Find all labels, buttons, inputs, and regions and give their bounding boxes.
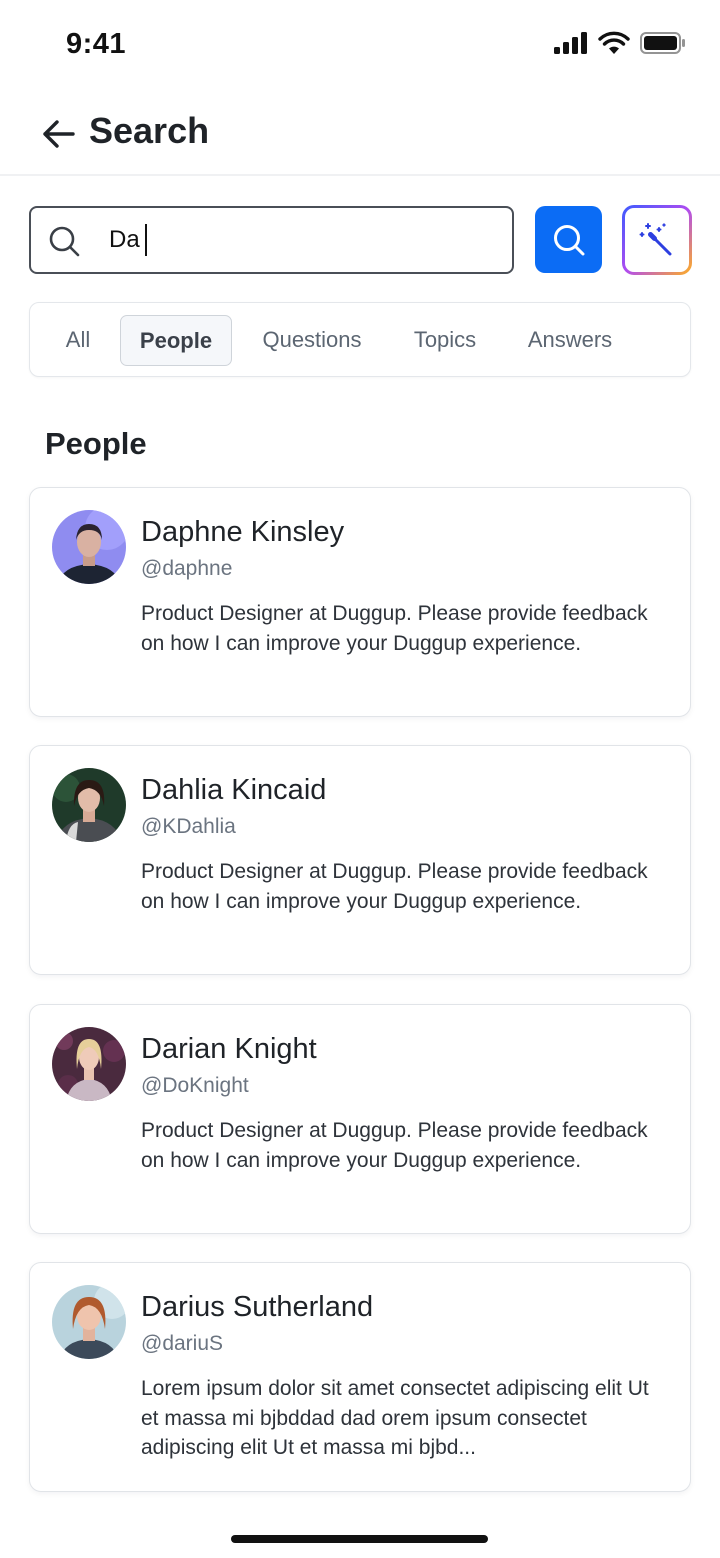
person-name: Darius Sutherland xyxy=(141,1291,374,1323)
person-name: Dahlia Kincaid xyxy=(141,774,327,806)
status-time: 9:41 xyxy=(66,28,127,60)
filter-tabs: All People Questions Topics Answers xyxy=(29,302,691,377)
person-card[interactable]: Darius Sutherland @dariuS Lorem ipsum do… xyxy=(29,1262,691,1492)
wifi-icon xyxy=(598,31,630,54)
person-handle: @daphne xyxy=(141,557,233,580)
tab-questions[interactable]: Questions xyxy=(250,315,374,366)
header: Search xyxy=(0,90,720,176)
person-bio: Product Designer at Duggup. Please provi… xyxy=(141,860,648,913)
person-card[interactable]: Dahlia Kincaid @KDahlia Product Designer… xyxy=(29,745,691,975)
cellular-signal-icon xyxy=(554,32,587,54)
person-card[interactable]: Daphne Kinsley @daphne Product Designer … xyxy=(29,487,691,717)
home-indicator[interactable] xyxy=(231,1535,488,1543)
person-card[interactable]: Darian Knight @DoKnight Product Designer… xyxy=(29,1004,691,1234)
person-bio: Product Designer at Duggup. Please provi… xyxy=(141,1119,648,1172)
magic-button-inner xyxy=(625,208,689,272)
status-bar: 9:41 xyxy=(0,0,720,90)
search-icon xyxy=(553,224,584,255)
search-screen: 9:41 Search Da All People Questions Topi… xyxy=(0,0,720,1558)
person-handle: @DoKnight xyxy=(141,1074,249,1097)
section-title: People xyxy=(45,426,147,461)
battery-icon xyxy=(640,32,685,54)
tab-people[interactable]: People xyxy=(120,315,232,366)
avatar xyxy=(52,768,126,842)
back-button[interactable] xyxy=(40,116,76,152)
arrow-left-icon xyxy=(43,120,75,148)
avatar xyxy=(52,1285,126,1359)
person-name: Darian Knight xyxy=(141,1033,317,1065)
person-handle: @dariuS xyxy=(141,1332,224,1355)
search-field[interactable] xyxy=(29,206,514,274)
page-title: Search xyxy=(89,110,210,151)
magic-search-button[interactable] xyxy=(622,205,692,275)
person-bio: Lorem ipsum dolor sit amet consectet adi… xyxy=(141,1377,649,1459)
tab-answers[interactable]: Answers xyxy=(516,315,624,366)
status-icons xyxy=(554,31,686,55)
avatar xyxy=(52,1027,126,1101)
search-icon xyxy=(47,224,81,263)
magic-wand-icon xyxy=(639,223,672,256)
person-bio: Product Designer at Duggup. Please provi… xyxy=(141,602,648,655)
tab-topics[interactable]: Topics xyxy=(402,315,488,366)
text-caret xyxy=(145,224,147,256)
search-button[interactable] xyxy=(535,206,602,273)
person-handle: @KDahlia xyxy=(141,815,236,838)
avatar xyxy=(52,510,126,584)
tab-all[interactable]: All xyxy=(52,315,104,366)
person-name: Daphne Kinsley xyxy=(141,516,345,548)
search-input[interactable] xyxy=(109,220,489,260)
